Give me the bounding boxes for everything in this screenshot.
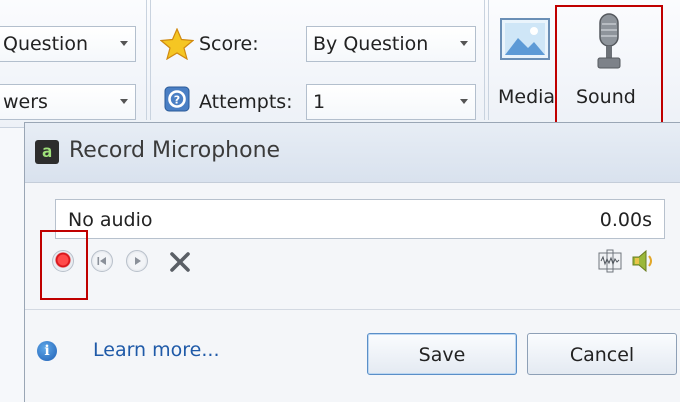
score-value: By Question bbox=[313, 33, 429, 55]
dialog-divider bbox=[25, 309, 680, 310]
attempts-combo[interactable]: 1 bbox=[306, 84, 476, 120]
media-label: Media bbox=[498, 86, 556, 108]
learn-more-link[interactable]: Learn more... bbox=[93, 339, 219, 361]
chevron-down-icon bbox=[460, 41, 468, 46]
answers-combo[interactable]: wers bbox=[0, 84, 136, 120]
ribbon-separator bbox=[146, 0, 147, 120]
svg-text:?: ? bbox=[174, 94, 180, 107]
dialog-title: Record Microphone bbox=[69, 138, 281, 163]
cancel-button[interactable]: Cancel bbox=[527, 333, 677, 375]
close-icon bbox=[170, 252, 190, 272]
rewind-icon bbox=[97, 257, 106, 265]
audio-duration: 0.00s bbox=[599, 209, 652, 231]
ribbon-separator bbox=[150, 0, 151, 120]
question-type-combo[interactable]: Question bbox=[0, 26, 136, 62]
save-button[interactable]: Save bbox=[367, 333, 517, 375]
record-microphone-dialog: a Record Microphone No audio 0.00s i Lea… bbox=[24, 122, 680, 402]
score-label: Score: bbox=[199, 33, 259, 55]
score-combo[interactable]: By Question bbox=[306, 26, 476, 62]
speaker-icon bbox=[632, 249, 652, 273]
question-type-value: Question bbox=[3, 33, 88, 55]
media-button[interactable]: Media bbox=[494, 6, 556, 118]
app-icon: a bbox=[35, 140, 59, 164]
image-icon bbox=[500, 18, 550, 64]
chevron-down-icon bbox=[120, 99, 128, 104]
play-button[interactable] bbox=[126, 250, 148, 272]
attempts-value: 1 bbox=[313, 91, 326, 113]
info-icon: i bbox=[37, 341, 57, 361]
chevron-down-icon bbox=[460, 99, 468, 104]
rewind-button[interactable] bbox=[91, 250, 113, 272]
attempts-icon: ? bbox=[164, 86, 190, 116]
waveform-icon bbox=[598, 249, 622, 273]
star-icon bbox=[159, 27, 195, 64]
highlight-box-record bbox=[40, 230, 88, 300]
audio-status: No audio bbox=[68, 209, 153, 231]
waveform-editor-button[interactable] bbox=[598, 249, 622, 277]
play-icon bbox=[135, 257, 141, 265]
dialog-titlebar: a Record Microphone bbox=[25, 123, 680, 183]
chevron-down-icon bbox=[120, 41, 128, 46]
delete-button[interactable] bbox=[169, 251, 191, 277]
ribbon-separator bbox=[484, 0, 485, 120]
answers-value: wers bbox=[3, 91, 48, 113]
volume-button[interactable] bbox=[629, 247, 657, 279]
ribbon-separator bbox=[488, 0, 489, 120]
attempts-label: Attempts: bbox=[199, 91, 293, 113]
highlight-box-sound bbox=[555, 5, 663, 140]
audio-display: No audio 0.00s bbox=[55, 199, 665, 239]
